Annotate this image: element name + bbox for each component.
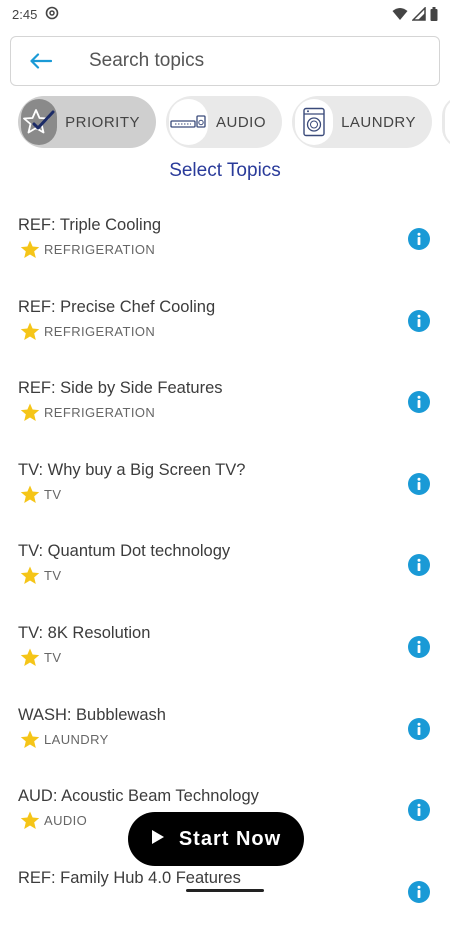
topic-title: REF: Triple Cooling xyxy=(18,216,162,234)
topic-title: TV: 8K Resolution xyxy=(18,623,151,642)
topic-category: TV xyxy=(20,648,61,667)
list-item[interactable]: REF: Precise Chef Cooling REFRIGERATION xyxy=(0,294,450,376)
chip-audio[interactable]: AUDIO xyxy=(166,96,282,148)
topic-title: AUD: Acoustic Beam Technology xyxy=(18,787,259,806)
star-icon xyxy=(20,240,40,259)
status-time: 2:45 xyxy=(12,6,38,22)
list-item[interactable]: TV: 8K Resolution TV xyxy=(0,620,450,702)
info-icon[interactable] xyxy=(408,717,430,745)
chip-label: LAUNDRY xyxy=(341,113,416,131)
star-icon xyxy=(20,566,40,585)
category-chips: PRIORITY AUDIO LAUNDRY xyxy=(18,96,450,150)
wifi-icon xyxy=(392,7,408,21)
topic-title: REF: Family Hub 4.0 Features xyxy=(18,868,241,887)
topic-category-label: AUDIO xyxy=(44,813,88,829)
star-icon xyxy=(20,811,40,830)
info-icon[interactable] xyxy=(408,472,430,500)
topic-category: AUDIO xyxy=(20,811,87,830)
topic-category: TV xyxy=(20,566,61,585)
washing-machine-icon xyxy=(295,99,334,145)
signal-icon xyxy=(412,7,426,21)
start-now-button[interactable]: Start Now xyxy=(128,812,304,866)
info-icon[interactable] xyxy=(408,554,430,581)
star-check-icon xyxy=(21,99,58,145)
list-item[interactable]: TV: Quantum Dot technology TV xyxy=(0,538,450,620)
star-icon xyxy=(20,648,40,667)
star-icon xyxy=(20,322,40,341)
topic-category: LAUNDRY xyxy=(20,730,109,749)
status-bar: 2:45 xyxy=(0,0,450,28)
star-icon xyxy=(20,403,40,422)
topic-title: TV: Why buy a Big Screen TV? xyxy=(18,460,246,479)
list-item[interactable]: REF: Triple Cooling REFRIGERATION xyxy=(0,212,450,294)
topic-title: TV: Quantum Dot technology xyxy=(18,542,231,561)
topic-category-label: TV xyxy=(44,486,62,502)
topic-category-label: TV xyxy=(44,649,62,665)
list-item[interactable]: WASH: Bubblewash LAUNDRY xyxy=(0,702,450,784)
home-indicator[interactable] xyxy=(186,889,264,892)
battery-icon xyxy=(430,7,438,21)
search-input[interactable] xyxy=(87,49,411,73)
topic-title: REF: Precise Chef Cooling xyxy=(18,297,216,316)
info-icon[interactable] xyxy=(408,309,430,337)
back-arrow-icon[interactable] xyxy=(11,53,71,69)
chip-label: PRIORITY xyxy=(65,113,140,131)
chip-laundry[interactable]: LAUNDRY xyxy=(292,96,432,148)
more-chip-icon xyxy=(445,99,450,145)
info-icon[interactable] xyxy=(408,391,430,418)
soundbar-icon xyxy=(169,99,208,145)
chip-more[interactable] xyxy=(442,96,450,148)
info-icon[interactable] xyxy=(408,880,430,908)
info-icon[interactable] xyxy=(408,799,430,826)
star-icon xyxy=(20,730,40,749)
topic-category: REFRIGERATION xyxy=(20,322,155,341)
topic-category-label: REFRIGERATION xyxy=(44,323,156,339)
topic-category-label: REFRIGERATION xyxy=(44,242,156,257)
chip-label: AUDIO xyxy=(215,113,266,131)
topic-title: WASH: Bubblewash xyxy=(18,705,166,724)
topic-category-label: REFRIGERATION xyxy=(44,405,156,421)
status-left: 2:45 xyxy=(12,6,59,23)
topic-category-label: TV xyxy=(44,568,62,584)
list-item[interactable]: REF: Family Hub 4.0 Features xyxy=(0,865,450,946)
list-item[interactable]: REF: Side by Side Features REFRIGERATION xyxy=(0,375,450,457)
topic-category: TV xyxy=(20,485,61,504)
topic-category: REFRIGERATION xyxy=(20,403,155,422)
play-icon xyxy=(151,828,165,851)
topic-category-label: LAUNDRY xyxy=(44,731,109,747)
info-icon[interactable] xyxy=(408,635,430,663)
info-icon[interactable] xyxy=(408,228,430,255)
at-sign-icon xyxy=(45,6,59,23)
topic-category: REFRIGERATION xyxy=(20,240,155,259)
start-now-label: Start Now xyxy=(178,827,282,850)
select-topics-heading: Select Topics xyxy=(169,160,281,181)
topic-title: REF: Side by Side Features xyxy=(18,379,223,398)
list-item[interactable]: TV: Why buy a Big Screen TV? TV xyxy=(0,457,450,539)
status-right xyxy=(392,7,438,21)
chip-priority[interactable]: PRIORITY xyxy=(18,96,156,148)
star-icon xyxy=(20,485,40,504)
search-bar xyxy=(10,36,440,86)
